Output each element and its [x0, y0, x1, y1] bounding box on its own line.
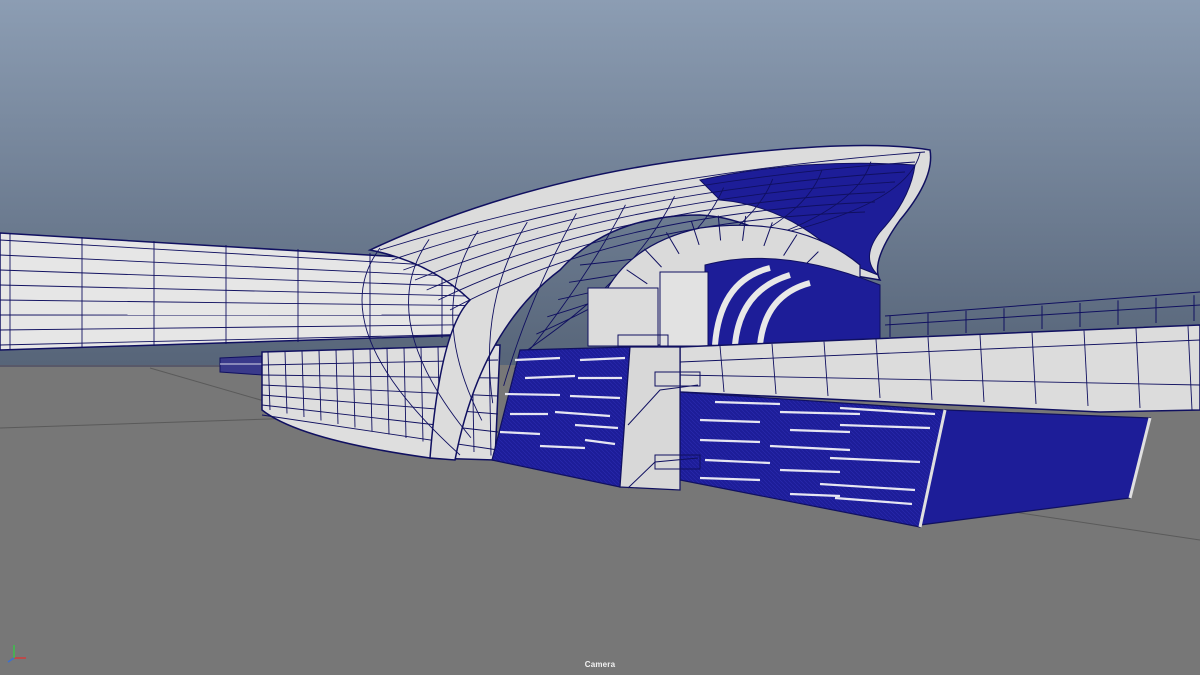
camera-name-label: Camera	[584, 660, 616, 669]
left-walkway	[219, 355, 263, 376]
maya-viewport[interactable]: Camera	[0, 0, 1200, 675]
viewport-scene[interactable]	[0, 0, 1200, 675]
